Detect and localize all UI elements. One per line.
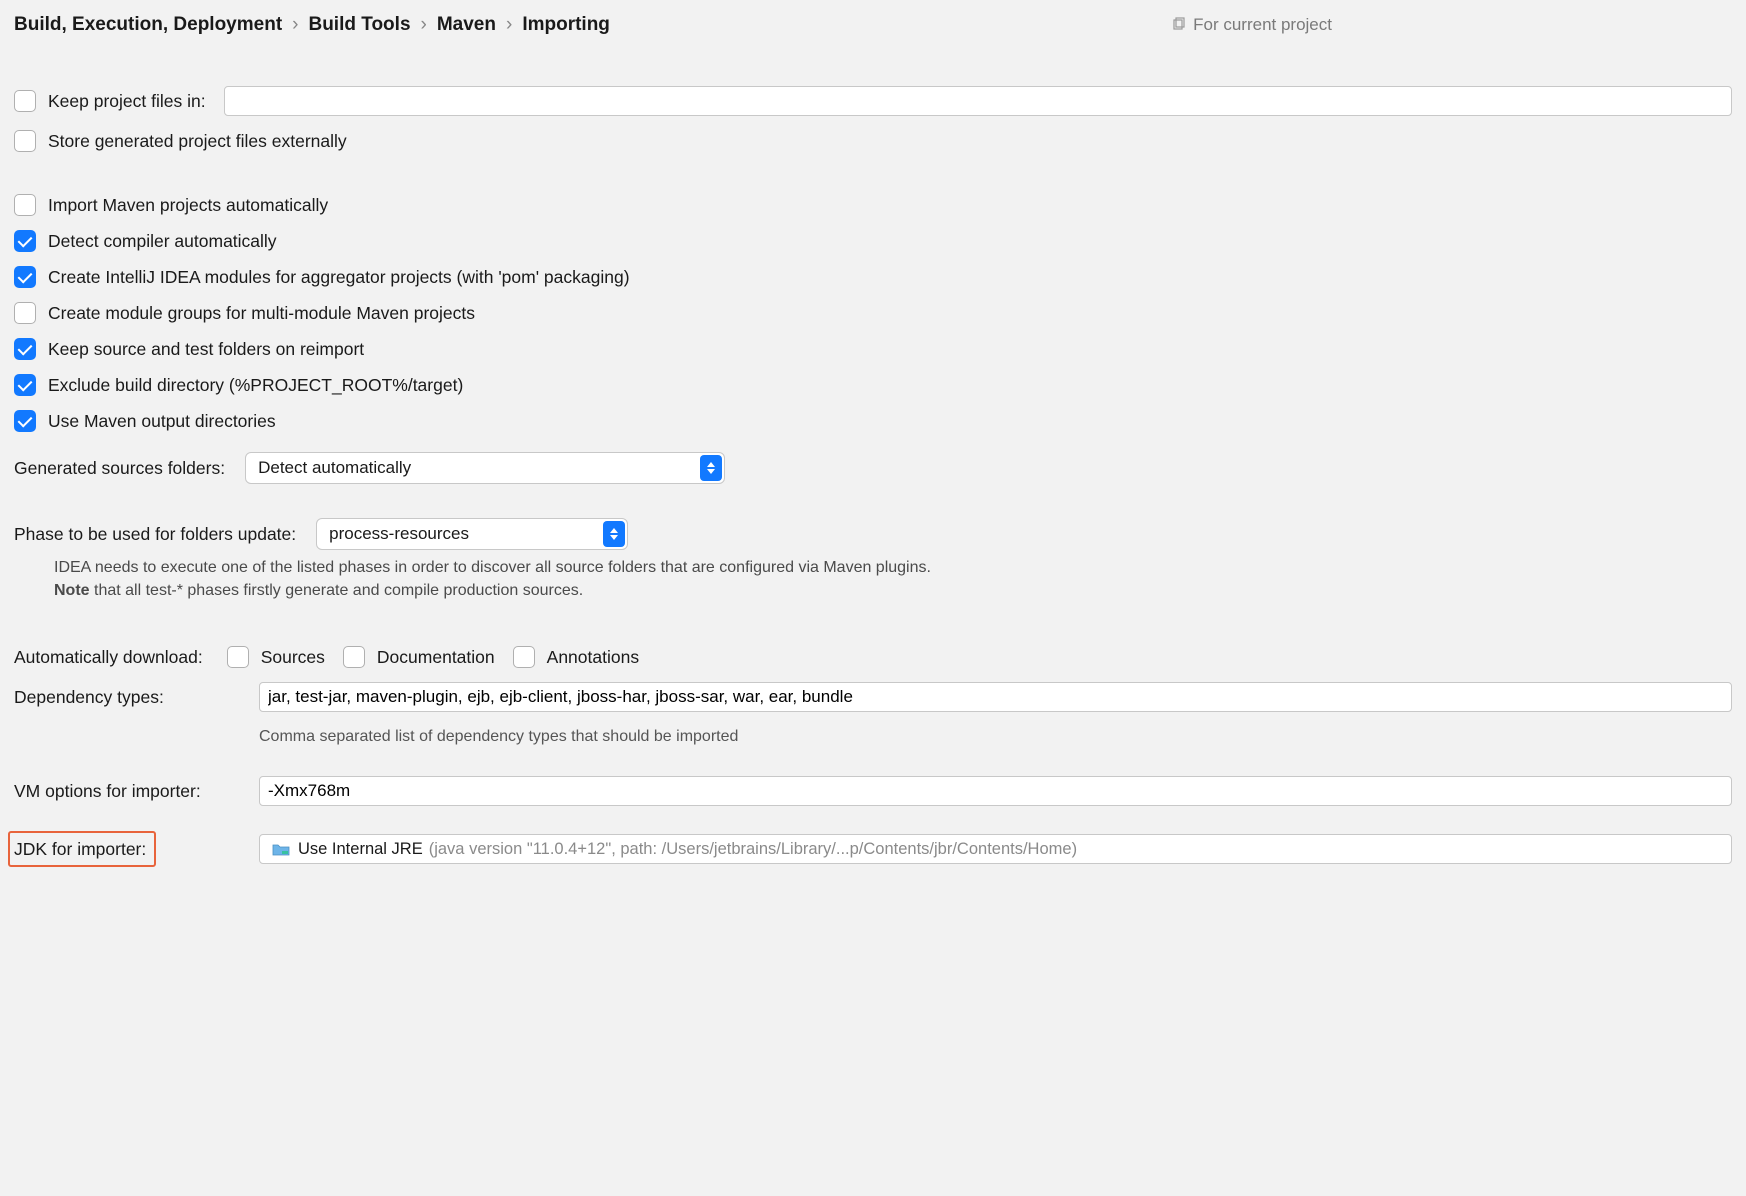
detect-compiler-checkbox[interactable] [14,230,36,252]
settings-header: Build, Execution, Deployment › Build Too… [14,14,1732,36]
create-groups-label: Create module groups for multi-module Ma… [48,303,475,324]
phase-hint-note: Note [54,582,90,599]
phase-select[interactable]: process-resources [316,518,628,550]
use-maven-output-row: Use Maven output directories [14,410,1732,432]
chevron-right-icon: › [421,14,427,36]
phase-hint: IDEA needs to execute one of the listed … [54,556,1732,602]
auto-download-label: Automatically download: [14,647,203,668]
jdk-importer-select[interactable]: Use Internal JRE (java version "11.0.4+1… [259,834,1732,864]
import-auto-checkbox[interactable] [14,194,36,216]
detect-compiler-row: Detect compiler automatically [14,230,1732,252]
generated-sources-label: Generated sources folders: [14,458,225,479]
generated-sources-value: Detect automatically [258,458,411,478]
create-modules-checkbox[interactable] [14,266,36,288]
phase-row: Phase to be used for folders update: pro… [14,518,1732,550]
dependency-types-label: Dependency types: [14,687,259,708]
use-maven-output-checkbox[interactable] [14,410,36,432]
project-scope-label: For current project [1193,15,1332,35]
keep-source-label: Keep source and test folders on reimport [48,339,364,360]
updown-arrows-icon [603,521,625,547]
create-modules-label: Create IntelliJ IDEA modules for aggrega… [48,267,630,288]
download-sources-checkbox[interactable] [227,646,249,668]
import-auto-label: Import Maven projects automatically [48,195,328,216]
keep-source-row: Keep source and test folders on reimport [14,338,1732,360]
download-documentation-checkbox[interactable] [343,646,365,668]
dependency-types-hint: Comma separated list of dependency types… [259,728,738,746]
create-groups-row: Create module groups for multi-module Ma… [14,302,1732,324]
jdk-importer-value: Use Internal JRE [298,840,423,859]
breadcrumb-item[interactable]: Build Tools [308,14,410,36]
auto-download-row: Automatically download: Sources Document… [14,646,1732,668]
use-maven-output-label: Use Maven output directories [48,411,276,432]
store-generated-row: Store generated project files externally [14,130,1732,152]
create-modules-row: Create IntelliJ IDEA modules for aggrega… [14,266,1732,288]
jdk-importer-label: JDK for importer: [8,831,156,867]
vm-options-input[interactable] [259,776,1732,806]
jdk-importer-row: JDK for importer: Use Internal JRE (java… [14,834,1732,864]
breadcrumb: Build, Execution, Deployment › Build Too… [14,14,610,36]
exclude-build-checkbox[interactable] [14,374,36,396]
chevron-right-icon: › [292,14,298,36]
phase-label: Phase to be used for folders update: [14,524,296,545]
store-generated-label: Store generated project files externally [48,131,347,152]
jdk-importer-label-wrap: JDK for importer: [14,839,259,860]
phase-hint-line2: that all test-* phases firstly generate … [90,582,584,599]
vm-options-label: VM options for importer: [14,781,259,802]
dependency-types-row: Dependency types: [14,682,1732,712]
detect-compiler-label: Detect compiler automatically [48,231,277,252]
updown-arrows-icon [700,455,722,481]
create-groups-checkbox[interactable] [14,302,36,324]
generated-sources-row: Generated sources folders: Detect automa… [14,452,1732,484]
dependency-types-input[interactable] [259,682,1732,712]
breadcrumb-item: Importing [522,14,610,36]
download-sources-label: Sources [261,647,325,668]
breadcrumb-item[interactable]: Build, Execution, Deployment [14,14,282,36]
generated-sources-select[interactable]: Detect automatically [245,452,725,484]
project-scope-indicator: For current project [1171,15,1332,35]
exclude-build-row: Exclude build directory (%PROJECT_ROOT%/… [14,374,1732,396]
breadcrumb-item[interactable]: Maven [437,14,496,36]
keep-project-files-checkbox[interactable] [14,90,36,112]
copy-icon [1171,17,1187,33]
chevron-right-icon: › [506,14,512,36]
store-generated-checkbox[interactable] [14,130,36,152]
phase-value: process-resources [329,524,469,544]
vm-options-row: VM options for importer: [14,776,1732,806]
keep-project-files-row: Keep project files in: [14,86,1732,116]
keep-source-checkbox[interactable] [14,338,36,360]
keep-project-files-input[interactable] [224,86,1732,116]
download-annotations-label: Annotations [547,647,639,668]
download-annotations-checkbox[interactable] [513,646,535,668]
import-auto-row: Import Maven projects automatically [14,194,1732,216]
download-documentation-label: Documentation [377,647,495,668]
folder-icon [272,842,290,857]
exclude-build-label: Exclude build directory (%PROJECT_ROOT%/… [48,375,463,396]
keep-project-files-label: Keep project files in: [48,91,206,112]
phase-hint-line1: IDEA needs to execute one of the listed … [54,559,931,576]
jdk-importer-secondary: (java version "11.0.4+12", path: /Users/… [429,840,1077,859]
